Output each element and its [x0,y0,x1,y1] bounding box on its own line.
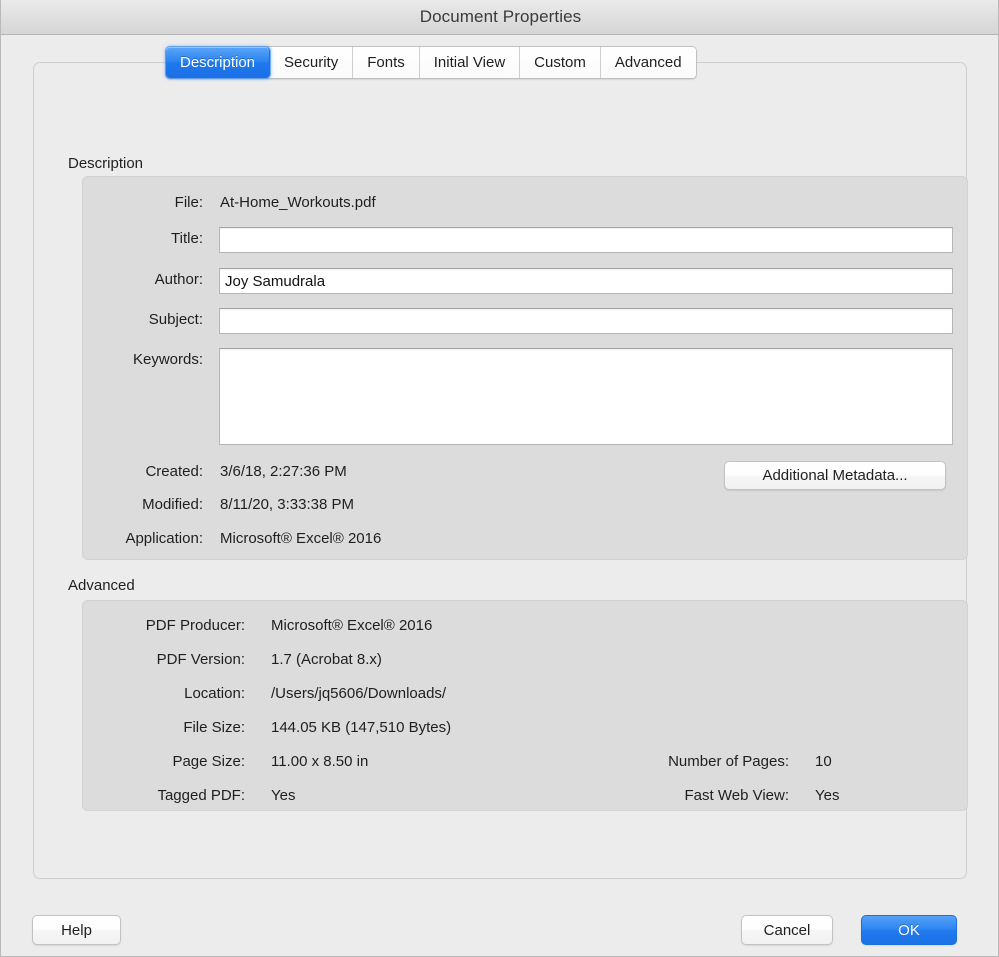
number-of-pages-value: 10 [815,753,832,770]
application-value: Microsoft® Excel® 2016 [220,530,382,547]
file-size-label: File Size: [183,719,245,736]
row-tagged-pdf: Tagged PDF: Yes Fast Web View: Yes [83,784,967,808]
tab-security[interactable]: Security [270,47,354,78]
created-value: 3/6/18, 2:27:36 PM [220,463,347,480]
subject-input[interactable] [219,308,953,334]
pdf-version-value: 1.7 (Acrobat 8.x) [271,651,382,668]
tab-custom[interactable]: Custom [520,47,601,78]
pdf-producer-label: PDF Producer: [145,617,245,634]
tab-advanced[interactable]: Advanced [600,47,696,78]
application-label: Application: [125,530,203,547]
modified-value: 8/11/20, 3:33:38 PM [220,496,354,513]
tagged-pdf-value: Yes [271,787,296,804]
titlebar: Document Properties [1,0,998,35]
row-file-size: File Size: 144.05 KB (147,510 Bytes) [83,716,967,740]
row-file: File: At-Home_Workouts.pdf [83,191,967,215]
ok-button[interactable]: OK [861,915,957,945]
description-group-title: Description [68,155,144,172]
modified-label: Modified: [142,496,203,513]
dialog-footer: Help Cancel OK [1,894,998,956]
fast-web-view-label: Fast Web View: [684,787,790,804]
author-input[interactable] [219,268,953,294]
location-value: /Users/jq5606/Downloads/ [271,685,447,702]
title-input[interactable] [219,227,953,253]
tab-initial-view[interactable]: Initial View [419,47,521,78]
advanced-group-title: Advanced [68,577,135,594]
file-value: At-Home_Workouts.pdf [220,194,376,211]
row-modified: Modified: 8/11/20, 3:33:38 PM [83,493,967,517]
row-application: Application: Microsoft® Excel® 2016 [83,527,967,551]
number-of-pages-label: Number of Pages: [668,753,789,770]
window-title: Document Properties [419,7,582,26]
created-label: Created: [145,463,203,480]
pdf-producer-value: Microsoft® Excel® 2016 [271,617,433,634]
page-size-value: 11.00 x 8.50 in [271,753,369,770]
file-label: File: [174,194,203,211]
keywords-textarea[interactable] [219,348,953,445]
tab-bar: Description Security Fonts Initial View … [165,46,697,79]
row-pdf-producer: PDF Producer: Microsoft® Excel® 2016 [83,614,967,638]
pdf-version-label: PDF Version: [156,651,245,668]
row-page-size: Page Size: 11.00 x 8.50 in Number of Pag… [83,750,967,774]
file-size-value: 144.05 KB (147,510 Bytes) [271,719,452,736]
additional-metadata-button[interactable]: Additional Metadata... [724,461,946,490]
description-groupbox: File: At-Home_Workouts.pdf Title: Author… [82,176,968,560]
row-pdf-version: PDF Version: 1.7 (Acrobat 8.x) [83,648,967,672]
help-button[interactable]: Help [32,915,121,945]
keywords-label: Keywords: [132,351,203,368]
tab-content-panel: Description File: At-Home_Workouts.pdf T… [33,62,968,879]
location-label: Location: [184,685,245,702]
tab-fonts[interactable]: Fonts [353,47,420,78]
page-size-label: Page Size: [172,753,245,770]
cancel-button[interactable]: Cancel [741,915,833,945]
document-properties-dialog: Document Properties Description Security… [0,0,999,957]
author-label: Author: [154,271,203,288]
tab-description[interactable]: Description [166,47,271,78]
row-location: Location: /Users/jq5606/Downloads/ [83,682,967,706]
advanced-groupbox: PDF Producer: Microsoft® Excel® 2016 PDF… [82,600,968,811]
subject-label: Subject: [148,311,203,328]
tagged-pdf-label: Tagged PDF: [157,787,245,804]
title-label: Title: [171,230,203,247]
fast-web-view-value: Yes [815,787,840,804]
